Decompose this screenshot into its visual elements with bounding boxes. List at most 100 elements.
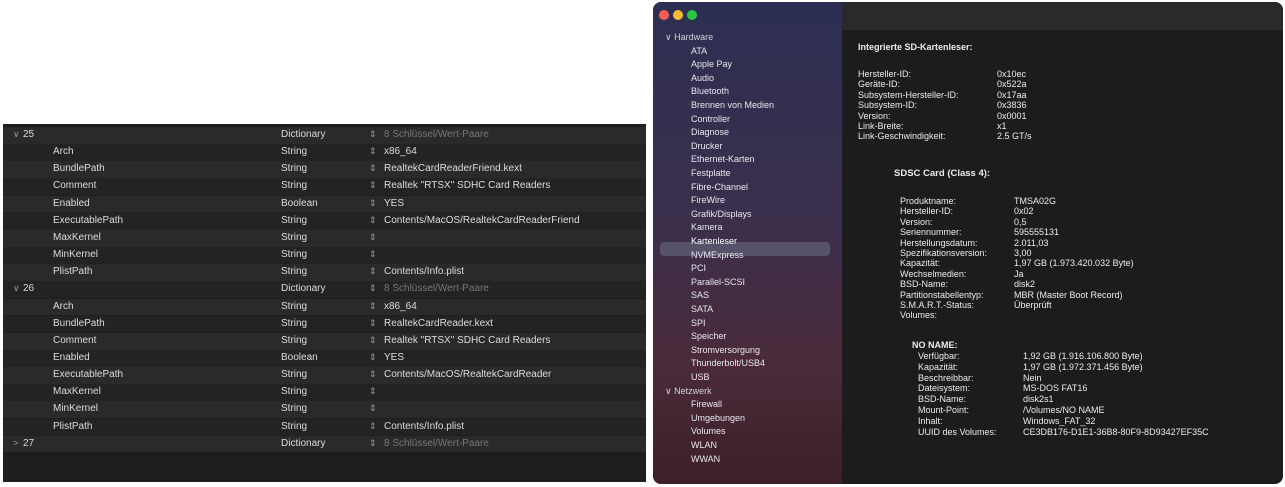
plist-value[interactable]: x86_64	[384, 301, 417, 312]
plist-value[interactable]: Contents/Info.plist	[384, 421, 464, 432]
plist-value[interactable]: Contents/Info.plist	[384, 266, 464, 277]
plist-value[interactable]: YES	[384, 198, 404, 209]
plist-row[interactable]: Arch String ⇕ x86_64	[3, 298, 646, 316]
plist-value[interactable]: RealtekCardReader.kext	[384, 318, 493, 329]
sidebar-item[interactable]: FireWire	[691, 195, 725, 205]
sidebar-item[interactable]: Controller	[691, 114, 730, 124]
stepper-icon[interactable]: ⇕	[369, 232, 377, 243]
plist-row[interactable]: Comment String ⇕ Realtek "RTSX" SDHC Card R…	[3, 178, 646, 196]
sidebar-item[interactable]: PCI	[691, 263, 706, 273]
plist-type[interactable]: Dictionary	[281, 438, 325, 449]
plist-row[interactable]: Enabled Boolean ⇕ YES	[3, 195, 646, 213]
plist-type[interactable]: String	[281, 266, 307, 277]
plist-value[interactable]: 8 Schlüssel/Wert-Paare	[384, 129, 489, 140]
plist-type[interactable]: String	[281, 215, 307, 226]
plist-row[interactable]: BundlePath String ⇕ RealtekCardReaderFriend…	[3, 161, 646, 179]
zoom-window-button[interactable]	[687, 10, 697, 20]
stepper-icon[interactable]: ⇕	[369, 318, 377, 329]
plist-type[interactable]: String	[281, 335, 307, 346]
sidebar-group-hardware[interactable]: ∨ Hardware	[665, 32, 713, 43]
plist-group-row[interactable]: ∨ 25 Dictionary ⇕ 8 Schlüssel/Wert-Paare	[3, 127, 646, 144]
stepper-icon[interactable]: ⇕	[369, 180, 377, 191]
stepper-icon[interactable]: ⇕	[369, 249, 377, 260]
plist-row[interactable]: MinKernel String ⇕	[3, 401, 646, 419]
sidebar-item[interactable]: Drucker	[691, 141, 723, 151]
stepper-icon[interactable]: ⇕	[369, 283, 377, 294]
stepper-icon[interactable]: ⇕	[369, 129, 377, 140]
stepper-icon[interactable]: ⇕	[369, 369, 377, 380]
plist-type[interactable]: String	[281, 232, 307, 243]
close-window-button[interactable]	[659, 10, 669, 20]
minimize-window-button[interactable]	[673, 10, 683, 20]
plist-group-row[interactable]: >27 Dictionary ⇕ 8 Schlüssel/Wert-Paare	[3, 435, 646, 453]
sidebar-item[interactable]: USB	[691, 372, 710, 382]
sidebar-item[interactable]: Festplatte	[691, 168, 731, 178]
stepper-icon[interactable]: ⇕	[369, 266, 377, 277]
sidebar-item[interactable]: Speicher	[691, 331, 727, 341]
plist-type[interactable]: String	[281, 180, 307, 191]
plist-group-row[interactable]: ∨ 26 Dictionary ⇕ 8 Schlüssel/Wert-Paare	[3, 281, 646, 299]
sidebar-item[interactable]: Volumes	[691, 426, 726, 436]
sidebar-item[interactable]: Bluetooth	[691, 86, 729, 96]
disclosure-triangle-icon[interactable]: ∨	[13, 283, 20, 294]
stepper-icon[interactable]: ⇕	[369, 352, 377, 363]
sidebar-item[interactable]: Grafik/Displays	[691, 209, 752, 219]
plist-value[interactable]: Realtek "RTSX" SDHC Card Readers	[384, 335, 550, 346]
sidebar-item[interactable]: NVMExpress	[691, 250, 744, 260]
plist-type[interactable]: String	[281, 318, 307, 329]
sidebar-item[interactable]: Diagnose	[691, 127, 729, 137]
plist-value[interactable]: YES	[384, 352, 404, 363]
stepper-icon[interactable]: ⇕	[369, 386, 377, 397]
stepper-icon[interactable]: ⇕	[369, 438, 377, 449]
plist-row[interactable]: Comment String ⇕ Realtek "RTSX" SDHC Card R…	[3, 332, 646, 350]
sidebar-group-netzwerk[interactable]: ∨ Netzwerk	[665, 386, 712, 397]
sidebar-item[interactable]: Fibre-Channel	[691, 182, 748, 192]
sidebar-item[interactable]: Audio	[691, 73, 714, 83]
sidebar-item[interactable]: Firewall	[691, 399, 722, 409]
plist-value[interactable]: Contents/MacOS/RealtekCardReaderFriend	[384, 215, 580, 226]
sidebar-item[interactable]: Thunderbolt/USB4	[691, 358, 765, 368]
sidebar-item[interactable]: Stromversorgung	[691, 345, 760, 355]
sidebar-item[interactable]: WWAN	[691, 454, 720, 464]
plist-value[interactable]: Contents/MacOS/RealtekCardReader	[384, 369, 551, 380]
plist-value[interactable]: 8 Schlüssel/Wert-Paare	[384, 283, 489, 294]
disclosure-triangle-icon[interactable]: >	[13, 438, 18, 448]
plist-row[interactable]: PlistPath String ⇕ Contents/Info.plist	[3, 264, 646, 281]
plist-type[interactable]: Boolean	[281, 352, 318, 363]
plist-value[interactable]: Realtek "RTSX" SDHC Card Readers	[384, 180, 550, 191]
plist-type[interactable]: String	[281, 403, 307, 414]
stepper-icon[interactable]: ⇕	[369, 198, 377, 209]
sidebar-item[interactable]: Kartenleser	[691, 236, 737, 246]
stepper-icon[interactable]: ⇕	[369, 421, 377, 432]
plist-row[interactable]: Arch String ⇕ x86_64	[3, 144, 646, 161]
sidebar-item[interactable]: SAS	[691, 290, 709, 300]
sidebar-item[interactable]: Brennen von Medien	[691, 100, 774, 110]
plist-row[interactable]: MinKernel String ⇕	[3, 247, 646, 264]
plist-row[interactable]: PlistPath String ⇕ Contents/Info.plist	[3, 418, 646, 436]
plist-row[interactable]: ExecutablePath String ⇕ Contents/MacOS/Real…	[3, 212, 646, 230]
plist-type[interactable]: String	[281, 163, 307, 174]
plist-value[interactable]: RealtekCardReaderFriend.kext	[384, 163, 522, 174]
sidebar-item[interactable]: SATA	[691, 304, 713, 314]
plist-value[interactable]: 8 Schlüssel/Wert-Paare	[384, 438, 489, 449]
stepper-icon[interactable]: ⇕	[369, 403, 377, 414]
stepper-icon[interactable]: ⇕	[369, 335, 377, 346]
disclosure-triangle-icon[interactable]: ∨	[13, 129, 20, 140]
plist-type[interactable]: String	[281, 386, 307, 397]
plist-type[interactable]: String	[281, 421, 307, 432]
sidebar-item[interactable]: Parallel-SCSI	[691, 277, 745, 287]
sidebar-item[interactable]: Kamera	[691, 222, 723, 232]
sidebar-item[interactable]: Ethernet-Karten	[691, 154, 755, 164]
plist-row[interactable]: MaxKernel String ⇕	[3, 229, 646, 247]
plist-row[interactable]: ExecutablePath String ⇕ Contents/MacOS/Real…	[3, 367, 646, 384]
stepper-icon[interactable]: ⇕	[369, 146, 377, 157]
stepper-icon[interactable]: ⇕	[369, 301, 377, 312]
plist-value[interactable]: x86_64	[384, 146, 417, 157]
plist-type[interactable]: Dictionary	[281, 129, 325, 140]
stepper-icon[interactable]: ⇕	[369, 163, 377, 174]
sidebar-item[interactable]: WLAN	[691, 440, 717, 450]
stepper-icon[interactable]: ⇕	[369, 215, 377, 226]
plist-row[interactable]: Enabled Boolean ⇕ YES	[3, 349, 646, 367]
plist-type[interactable]: String	[281, 249, 307, 260]
plist-type[interactable]: String	[281, 369, 307, 380]
